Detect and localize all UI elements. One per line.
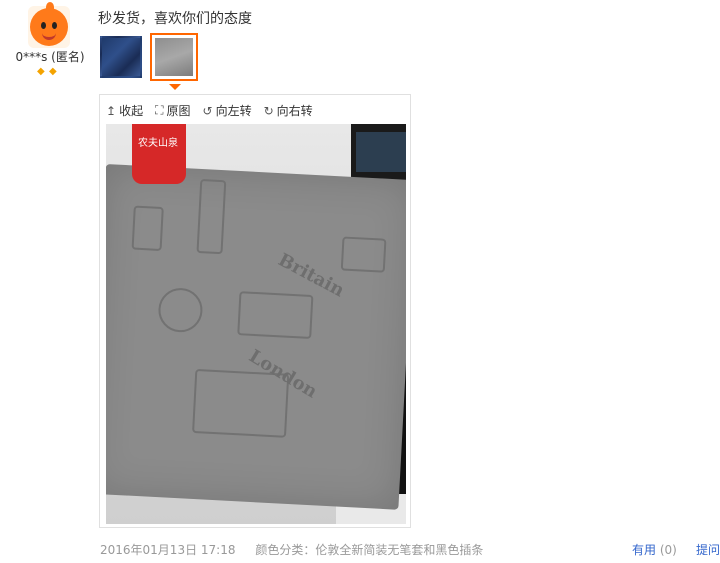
original-image-button[interactable]: ⛶ 原图 — [155, 102, 190, 119]
monitor — [351, 124, 406, 184]
review-date: 2016年01月13日 17:18 — [100, 543, 236, 557]
rotate-left-label: 向左转 — [215, 104, 252, 118]
bus-doodle — [237, 291, 314, 339]
review-meta: 2016年01月13日 17:18 颜色分类：伦敦全新简装无笔套和黑色插条 — [100, 541, 483, 558]
fullscreen-icon: ⛶ — [155, 103, 164, 117]
mascot-face — [30, 2, 68, 46]
collapse-label: 收起 — [119, 104, 144, 118]
user-level-badge: ◆ ◆ — [37, 66, 59, 77]
review-thumbnail-1[interactable] — [100, 36, 142, 78]
diamond-icon: ◆ — [37, 66, 45, 77]
drink-bottle: 农夫山泉 — [132, 124, 186, 184]
avatar[interactable] — [28, 2, 70, 48]
useful-button[interactable]: 有用 (0) — [632, 541, 677, 558]
ipad-case: Britain London — [106, 164, 406, 510]
review-thumbnail-2-selected[interactable] — [150, 33, 198, 81]
useful-count: (0) — [659, 543, 677, 557]
selected-pointer — [169, 84, 181, 90]
rotate-right-label: 向右转 — [276, 104, 313, 118]
collapse-icon: ↥ — [106, 103, 117, 118]
flag-doodle — [340, 236, 387, 273]
rotate-left-button[interactable]: ↺ 向左转 — [203, 102, 252, 119]
bigben-doodle — [196, 178, 227, 255]
image-viewer: ↥ 收起 ⛶ 原图 ↺ 向左转 ↻ 向右转 Britain London 农夫山… — [99, 94, 411, 528]
rotate-left-icon: ↺ — [202, 103, 213, 118]
rotate-right-button[interactable]: ↻ 向右转 — [264, 102, 313, 119]
useful-label: 有用 — [632, 543, 657, 557]
viewer-toolbar: ↥ 收起 ⛶ 原图 ↺ 向左转 ↻ 向右转 — [106, 102, 313, 119]
review-comment: 秒发货，喜欢你们的态度 — [98, 11, 252, 27]
username: 0***s (匿名) — [15, 50, 85, 64]
review-photo[interactable]: Britain London 农夫山泉 — [106, 124, 406, 524]
review-sku: 颜色分类：伦敦全新简装无笔套和黑色插条 — [255, 543, 484, 557]
rotate-right-icon: ↻ — [263, 103, 274, 118]
original-label: 原图 — [166, 104, 191, 118]
wheel-doodle — [157, 286, 204, 334]
ask-button[interactable]: 提问 — [696, 541, 720, 558]
diamond-icon: ◆ — [49, 66, 57, 77]
phonebox-doodle — [131, 205, 164, 252]
collapse-button[interactable]: ↥ 收起 — [106, 102, 143, 119]
review-thumbnails — [100, 33, 198, 81]
